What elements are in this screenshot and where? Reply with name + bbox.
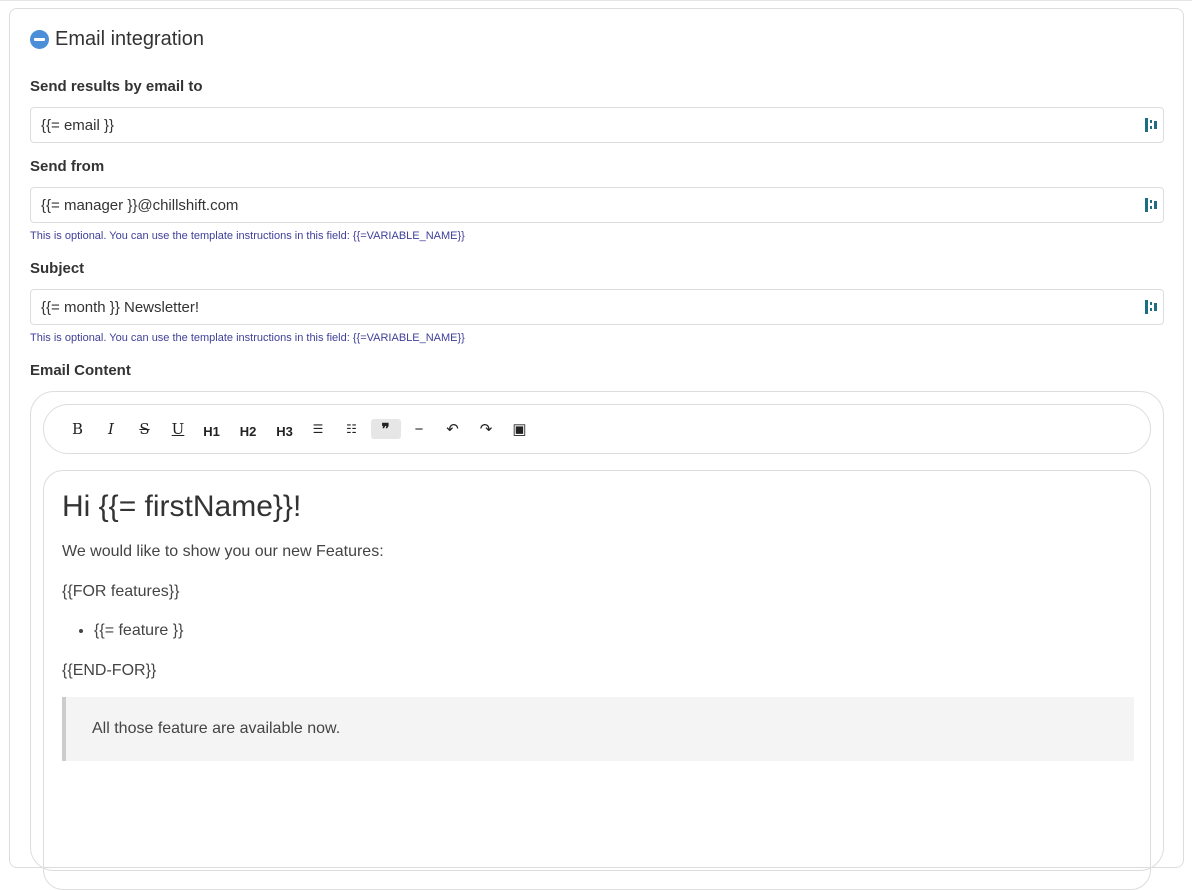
subject-help: This is optional. You can use the templa… [30,332,465,344]
redo-icon[interactable]: ↷ [470,419,503,439]
editor-toolbar: B I S U H1 H2 H3 ☰ ☷ ❞ − ↶ ↷ ▣ [43,404,1151,454]
send-from-input[interactable]: {{= manager }}@chillshift.com [30,187,1164,223]
content-for-start: {{FOR features}} [62,583,180,600]
variable-icon[interactable] [1145,118,1157,132]
underline-button[interactable]: U [162,419,195,439]
ordered-list-icon[interactable]: ☷ [335,419,368,439]
send-from-help: This is optional. You can use the templa… [30,230,465,242]
horizontal-rule-icon[interactable]: − [403,419,436,439]
send-to-input[interactable]: {{= email }} [30,107,1164,143]
heading2-button[interactable]: H2 [232,419,265,439]
italic-button[interactable]: I [95,419,128,439]
email-content-label: Email Content [30,362,131,379]
section-header: Email integration [30,28,204,51]
heading1-button[interactable]: H1 [195,419,228,439]
editor-content[interactable]: Hi {{= firstName}}! We would like to sho… [43,470,1151,890]
strikethrough-button[interactable]: S [128,419,161,439]
send-from-label: Send from [30,158,105,175]
content-list-item: {{= feature }} [94,622,1132,640]
undo-icon[interactable]: ↶ [436,419,469,439]
content-for-end: {{END-FOR}} [62,662,157,679]
send-to-label: Send results by email to [30,78,203,95]
content-blockquote: All those feature are available now. [62,697,1134,761]
blockquote-icon[interactable]: ❞ [370,419,401,439]
subject-label: Subject [30,260,85,277]
send-from-value: {{= manager }}@chillshift.com [41,196,239,214]
variable-icon[interactable] [1145,198,1157,212]
content-heading: Hi {{= firstName}}! [62,490,302,523]
subject-input[interactable]: {{= month }} Newsletter! [30,289,1164,325]
bullet-list-icon[interactable]: ☰ [302,419,335,439]
content-intro: We would like to show you our new Featur… [62,543,384,560]
bold-button[interactable]: B [61,419,94,439]
variable-icon[interactable] [1145,300,1157,314]
send-to-value: {{= email }} [41,116,114,134]
subject-value: {{= month }} Newsletter! [41,298,200,316]
image-icon[interactable]: ▣ [503,419,536,439]
section-title: Email integration [55,28,204,50]
heading3-button[interactable]: H3 [268,419,301,439]
top-divider [0,0,1192,1]
minus-circle-icon[interactable] [30,30,49,49]
